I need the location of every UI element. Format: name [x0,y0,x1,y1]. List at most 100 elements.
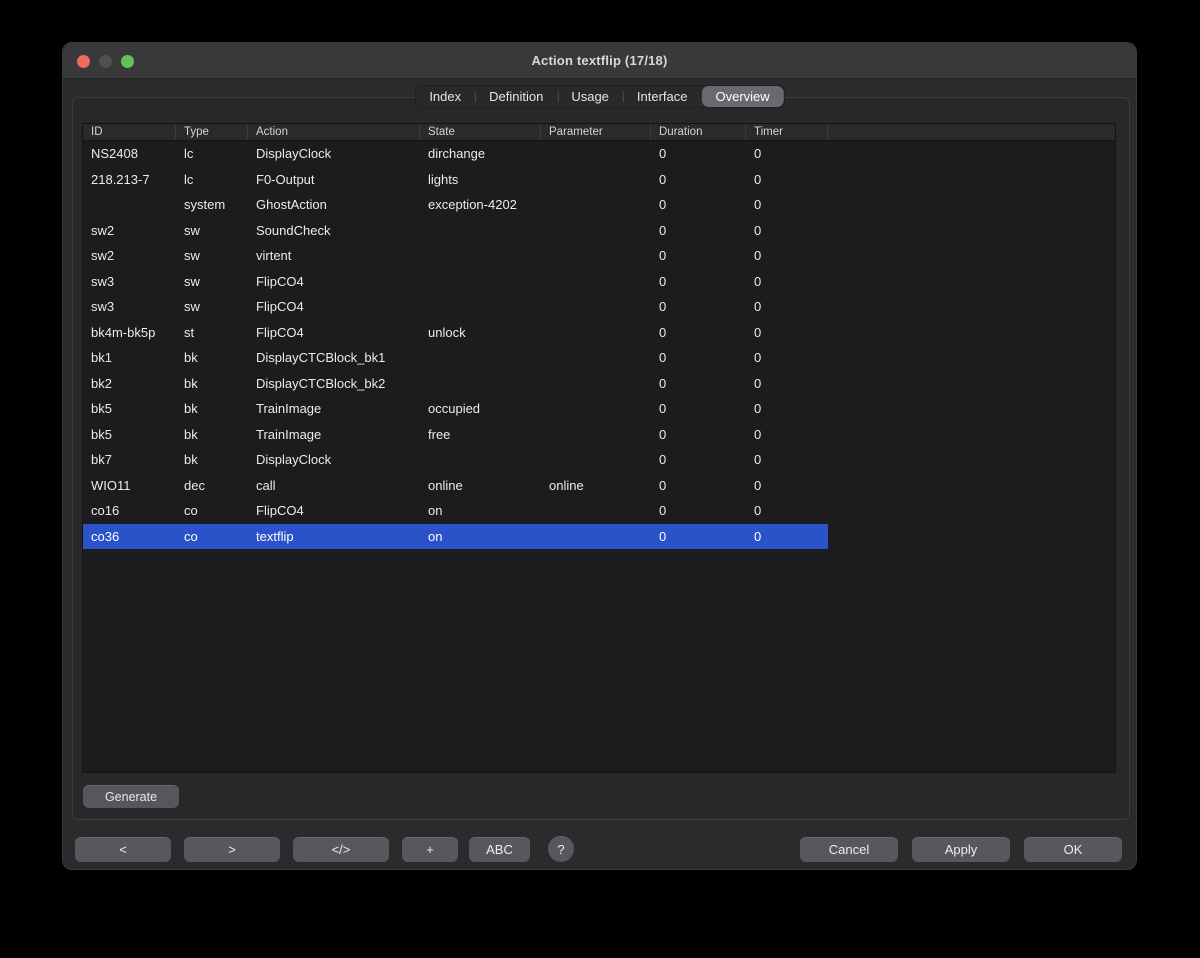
table-cell: GhostAction [248,192,420,218]
table-cell: 0 [651,524,746,550]
title-bar[interactable]: Action textflip (17/18) [63,43,1136,79]
table-cell: 0 [746,269,828,295]
tab-interface[interactable]: Interface [623,86,702,107]
column-header-state[interactable]: State [420,124,541,140]
table-cell-filler [828,243,1115,269]
dialog-window: Action textflip (17/18) IndexDefinitionU… [62,42,1137,870]
table-row[interactable]: sw2swvirtent 00 [83,243,1115,269]
help-button[interactable]: ? [548,836,574,862]
table-row[interactable]: systemGhostActionexception-420200 [83,192,1115,218]
table-cell: 0 [746,218,828,244]
table-cell: sw3 [83,269,176,295]
table-row[interactable]: bk2bkDisplayCTCBlock_bk200 [83,371,1115,397]
table-cell: NS2408 [83,141,176,167]
table-cell: online [541,473,651,499]
table-cell: 0 [651,269,746,295]
table-row[interactable]: bk7bkDisplayClock00 [83,447,1115,473]
table-cell: virtent [248,243,420,269]
table-cell-filler [828,473,1115,499]
zoom-icon[interactable] [121,55,134,68]
tab-overview[interactable]: Overview [702,86,784,107]
table-cell: 0 [651,371,746,397]
prev-button[interactable]: < [75,837,171,862]
table-cell: 0 [651,396,746,422]
abc-button[interactable]: ABC [469,837,530,862]
table-row[interactable]: co36cotextflipon00 [83,524,1115,550]
table-cell-filler [828,396,1115,422]
close-icon[interactable] [77,55,90,68]
table-cell: 0 [651,243,746,269]
table-cell: bk [176,345,248,371]
tab-definition[interactable]: Definition [475,86,557,107]
table-cell: 0 [746,345,828,371]
table-cell [420,294,541,320]
table-cell: 0 [651,447,746,473]
table-cell: sw2 [83,218,176,244]
table-cell: 0 [746,371,828,397]
table-cell: lc [176,141,248,167]
tab-index[interactable]: Index [415,86,475,107]
generate-button[interactable]: Generate [83,785,179,808]
table-cell: 0 [651,320,746,346]
table-row[interactable]: co16coFlipCO4on00 [83,498,1115,524]
table-cell [420,218,541,244]
table-row[interactable]: bk5bkTrainImagefree00 [83,422,1115,448]
table-cell: 0 [746,396,828,422]
table-cell: FlipCO4 [248,269,420,295]
table-cell: bk2 [83,371,176,397]
column-header-duration[interactable]: Duration [651,124,746,140]
table-cell: 0 [746,422,828,448]
table-row[interactable]: sw3swFlipCO400 [83,269,1115,295]
table-row[interactable]: sw2swSoundCheck00 [83,218,1115,244]
table-cell: SoundCheck [248,218,420,244]
table-row[interactable]: bk1bkDisplayCTCBlock_bk100 [83,345,1115,371]
table-cell [541,192,651,218]
table-row[interactable]: 218.213-7lcF0-Outputlights00 [83,167,1115,193]
column-header-id[interactable]: ID [83,124,176,140]
table-cell: on [420,498,541,524]
table-cell [541,422,651,448]
table-row[interactable]: NS2408lcDisplayClockdirchange00 [83,141,1115,167]
table-cell [541,447,651,473]
table-cell [420,447,541,473]
table-cell: DisplayCTCBlock_bk2 [248,371,420,397]
table-row[interactable]: bk4m-bk5pstFlipCO4unlock00 [83,320,1115,346]
cancel-button[interactable]: Cancel [800,837,898,862]
table-row[interactable]: bk5bkTrainImageoccupied00 [83,396,1115,422]
next-button[interactable]: > [184,837,280,862]
table-cell-filler [828,498,1115,524]
column-header-parameter[interactable]: Parameter [541,124,651,140]
table-cell: sw2 [83,243,176,269]
table-cell: 0 [746,243,828,269]
column-header-action[interactable]: Action [248,124,420,140]
table-cell: 0 [651,473,746,499]
column-header-filler [828,124,1115,140]
table-cell: sw3 [83,294,176,320]
table-cell: sw [176,243,248,269]
table-cell: dirchange [420,141,541,167]
table-cell: bk5 [83,422,176,448]
column-header-type[interactable]: Type [176,124,248,140]
apply-button[interactable]: Apply [912,837,1010,862]
table-cell: 0 [746,192,828,218]
table-cell [420,371,541,397]
table-row[interactable]: WIO11deccallonlineonline00 [83,473,1115,499]
column-header-timer[interactable]: Timer [746,124,828,140]
add-button[interactable]: + [402,837,458,862]
table-cell-filler [828,269,1115,295]
table-row[interactable]: sw3swFlipCO400 [83,294,1115,320]
table-cell: 0 [651,345,746,371]
tab-bar: IndexDefinitionUsageInterfaceOverview [414,85,784,108]
table-cell [541,320,651,346]
tab-usage[interactable]: Usage [557,86,623,107]
window-title: Action textflip (17/18) [531,53,667,68]
table-cell: occupied [420,396,541,422]
table-cell: co [176,524,248,550]
code-button[interactable]: </> [293,837,389,862]
ok-button[interactable]: OK [1024,837,1122,862]
table-cell: 0 [746,141,828,167]
table-cell: 0 [746,320,828,346]
table-cell-filler [828,141,1115,167]
table-cell [541,269,651,295]
table-cell: WIO11 [83,473,176,499]
